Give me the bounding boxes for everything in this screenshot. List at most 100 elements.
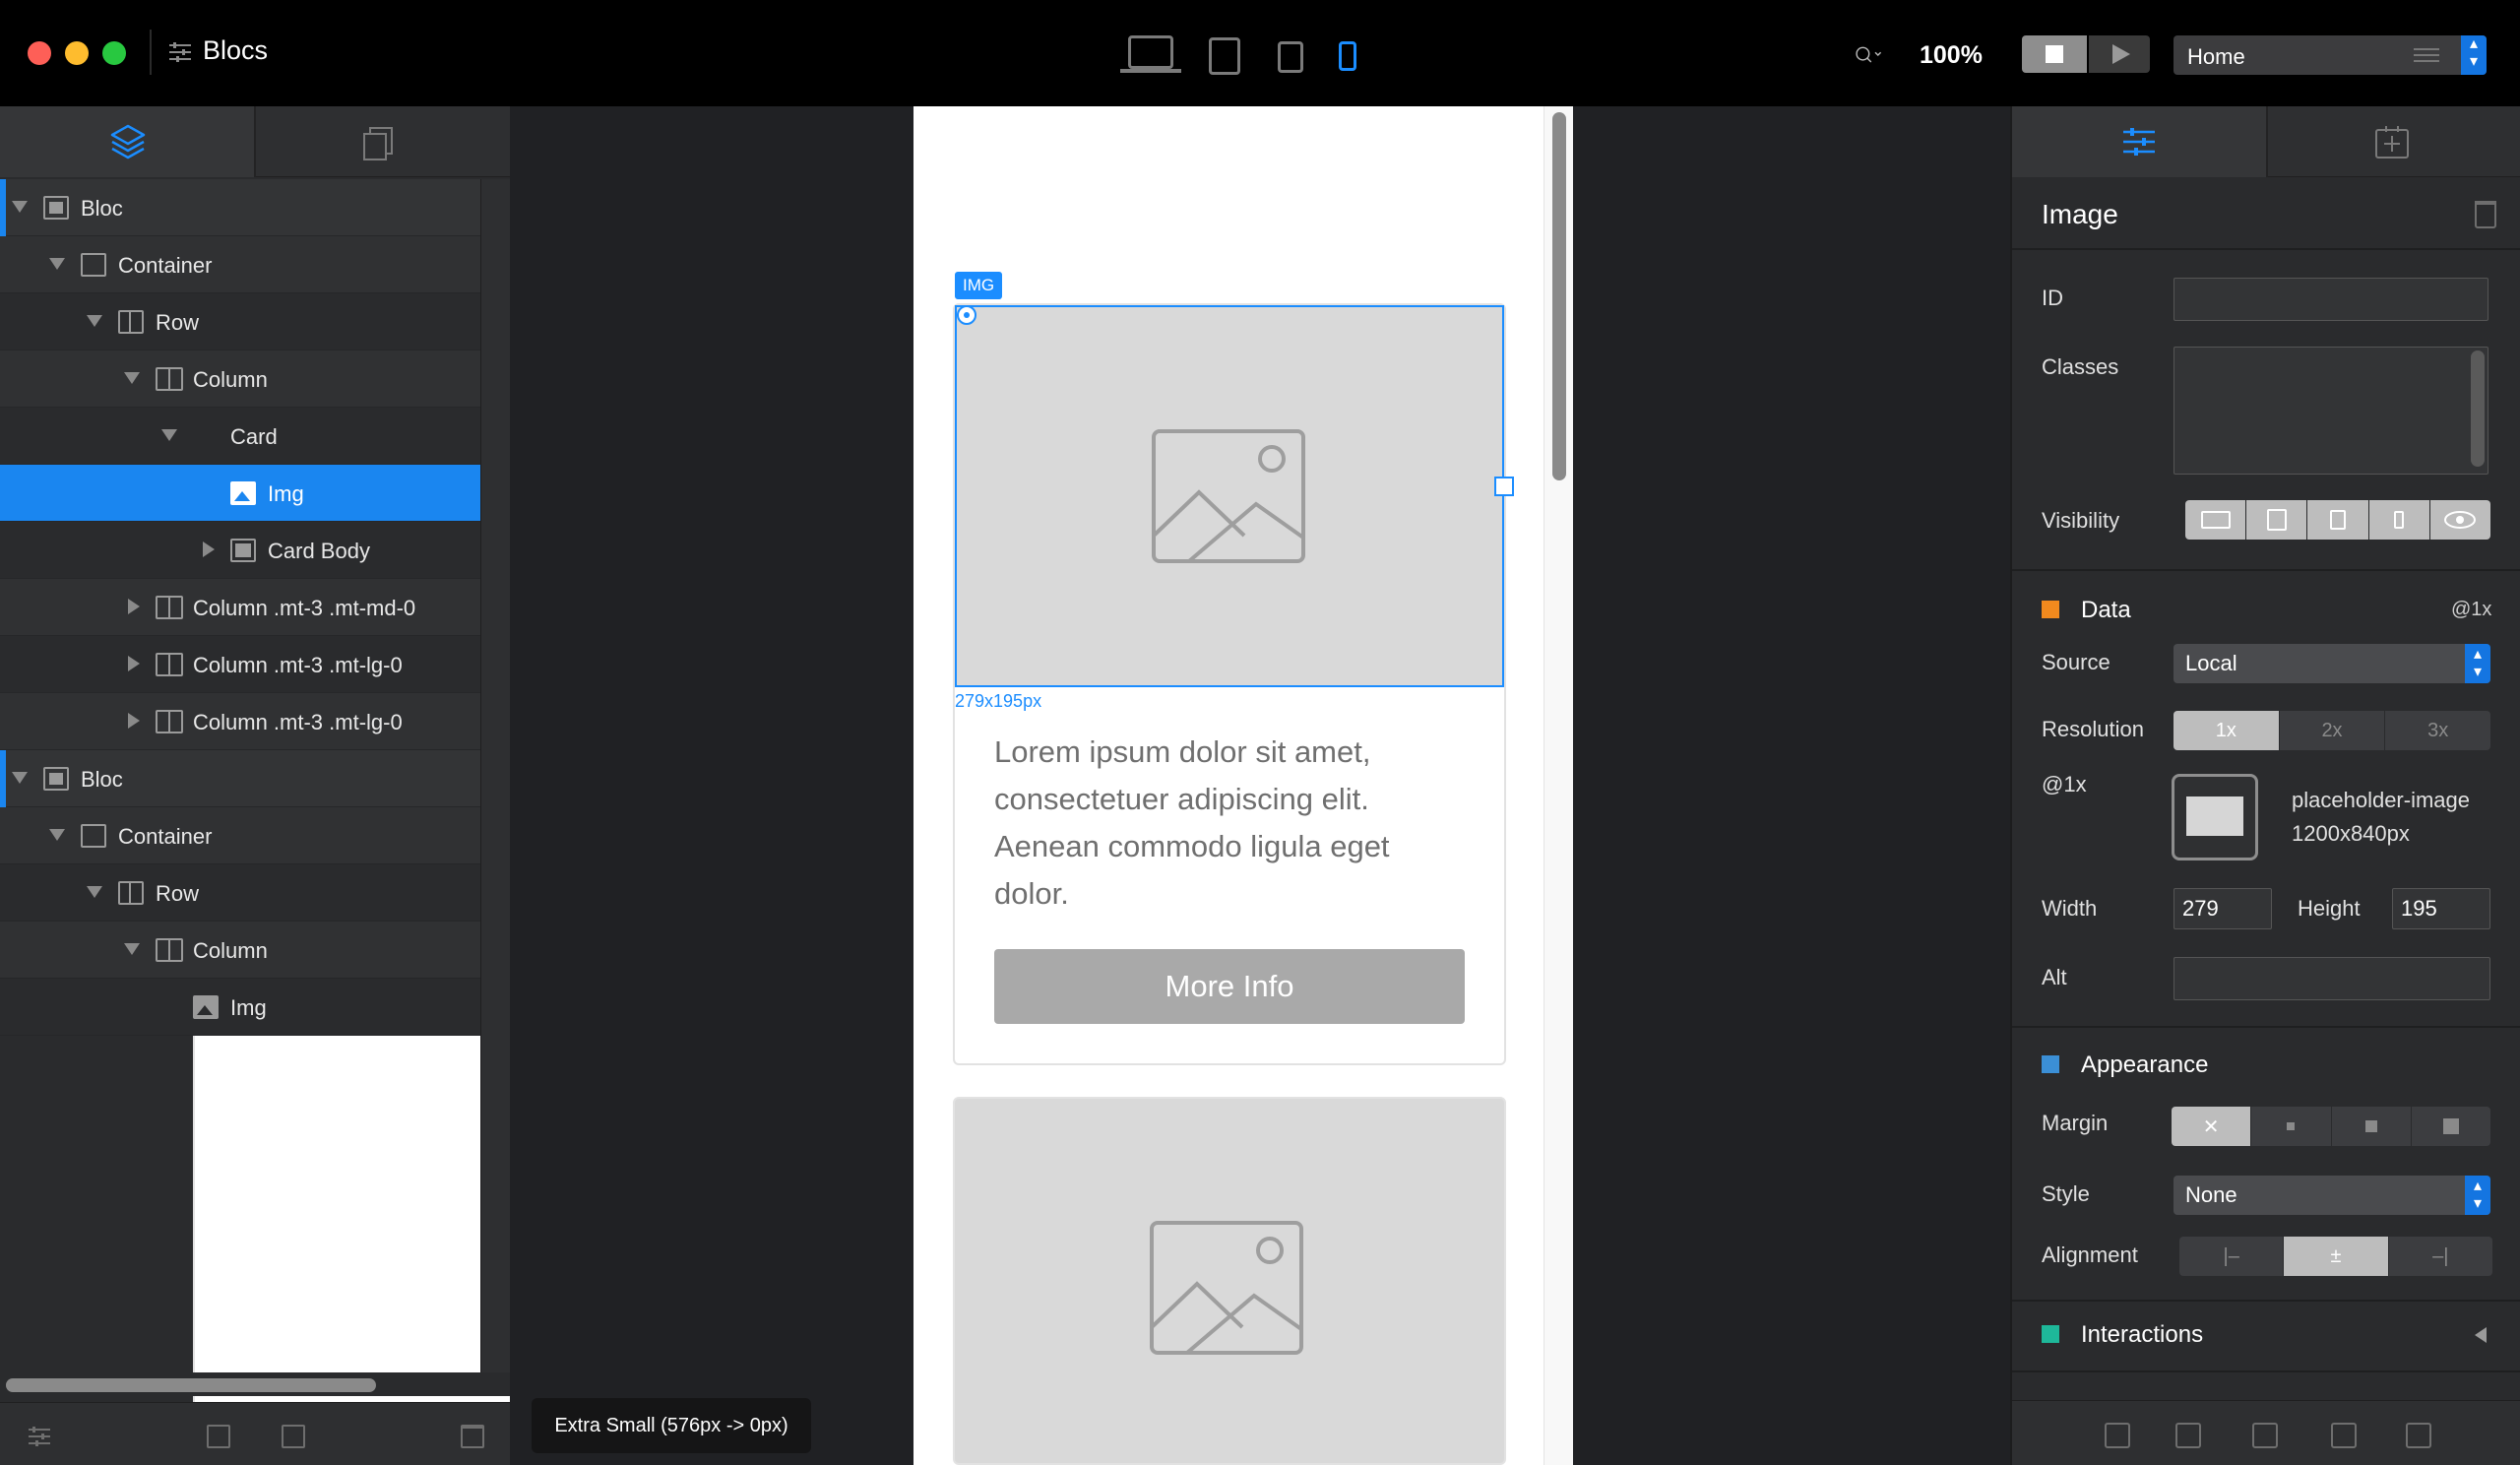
tablet-landscape-breakpoint-icon[interactable]: [1209, 37, 1240, 75]
align-right-icon[interactable]: –|: [2389, 1237, 2492, 1276]
layer-item[interactable]: Img: [0, 979, 480, 1036]
resolution-option[interactable]: 3x: [2385, 711, 2490, 750]
minimize-window-button[interactable]: [65, 41, 89, 65]
play-preview-button[interactable]: [2089, 35, 2150, 73]
align-center-icon[interactable]: ±: [2284, 1237, 2389, 1276]
align-left-icon[interactable]: |–: [2179, 1237, 2285, 1276]
layer-item[interactable]: Row: [0, 293, 480, 350]
page-select[interactable]: Home ▴ ▾: [2174, 35, 2487, 75]
page-settings-icon[interactable]: [2414, 45, 2439, 65]
stop-preview-button[interactable]: [2022, 35, 2087, 73]
width-field[interactable]: 279: [2174, 888, 2272, 929]
tab-properties[interactable]: [2012, 106, 2266, 177]
expand-triangle-icon[interactable]: [203, 541, 215, 557]
layer-item[interactable]: Column .mt-3 .mt-md-0: [0, 579, 480, 636]
margin-none-icon[interactable]: ✕: [2172, 1107, 2252, 1146]
data-section-title[interactable]: Data: [2081, 597, 2131, 624]
collapse-triangle-icon[interactable]: [87, 886, 102, 898]
resize-handle[interactable]: [1494, 477, 1514, 496]
layer-tree-scrollbar[interactable]: [480, 179, 510, 1376]
card-body-text[interactable]: Lorem ipsum dolor sit amet, consectetuer…: [994, 729, 1467, 918]
expand-triangle-icon[interactable]: [128, 713, 140, 729]
visibility-tablet-portrait-icon[interactable]: [2307, 500, 2369, 540]
layer-item[interactable]: Container: [0, 807, 480, 864]
layer-item[interactable]: Card: [0, 408, 746, 1465]
layer-item[interactable]: Column: [0, 350, 480, 408]
classes-scrollbar[interactable]: [2471, 350, 2485, 467]
settings-sliders-icon[interactable]: [28, 1425, 51, 1448]
interactions-section-title[interactable]: Interactions: [2081, 1321, 2203, 1349]
collapse-triangle-icon[interactable]: [87, 315, 102, 327]
image-thumbnail[interactable]: [2172, 774, 2258, 860]
collapse-triangle-icon[interactable]: [124, 372, 140, 384]
horizontal-scrollbar[interactable]: [0, 1372, 510, 1396]
trash-icon[interactable]: [461, 1425, 484, 1448]
zoom-window-button[interactable]: [102, 41, 126, 65]
zoom-search-icon[interactable]: [1855, 41, 1882, 69]
collapse-triangle-icon[interactable]: [124, 943, 140, 955]
layer-item[interactable]: Column: [0, 922, 480, 979]
layer-item[interactable]: Img: [0, 465, 480, 522]
move-handle[interactable]: [957, 305, 976, 325]
alignment-toggle[interactable]: |– ± –|: [2179, 1237, 2492, 1276]
margin-small-icon[interactable]: [2251, 1107, 2332, 1146]
id-field[interactable]: [2174, 278, 2488, 321]
source-select-stepper[interactable]: ▴ ▾: [2465, 644, 2490, 683]
expand-triangle-icon[interactable]: [128, 599, 140, 614]
second-card-image[interactable]: [953, 1097, 1506, 1465]
margin-toggle[interactable]: ✕: [2172, 1107, 2490, 1146]
horizontal-scroll-thumb[interactable]: [6, 1378, 376, 1392]
margin-large-icon[interactable]: [2412, 1107, 2490, 1146]
close-window-button[interactable]: [28, 41, 51, 65]
selected-image[interactable]: [955, 305, 1504, 687]
layer-item[interactable]: Column .mt-3 .mt-lg-0: [0, 636, 480, 693]
classes-field[interactable]: [2174, 347, 2488, 475]
more-info-button[interactable]: More Info: [994, 949, 1465, 1024]
collapse-triangle-icon[interactable]: [161, 429, 177, 441]
page-select-stepper[interactable]: ▴ ▾: [2461, 35, 2487, 75]
list-icon[interactable]: [2331, 1423, 2357, 1448]
collapse-triangle-icon[interactable]: [49, 829, 65, 841]
zoom-level[interactable]: 100%: [1920, 41, 1983, 70]
document-icon[interactable]: [2406, 1423, 2431, 1448]
visibility-tablet-landscape-icon[interactable]: [2246, 500, 2308, 540]
settings-sliders-icon[interactable]: [167, 39, 193, 65]
collapse-triangle-icon[interactable]: [49, 258, 65, 270]
add-element-icon[interactable]: [282, 1425, 305, 1448]
resolution-toggle[interactable]: 1x 2x 3x: [2174, 711, 2490, 750]
height-field[interactable]: 195: [2392, 888, 2490, 929]
alt-field[interactable]: [2174, 957, 2490, 1000]
page-scrollbar[interactable]: [1544, 106, 1573, 1465]
tablet-portrait-breakpoint-icon[interactable]: [1278, 41, 1303, 73]
visibility-toggle[interactable]: [2185, 500, 2490, 540]
layer-item[interactable]: Bloc: [0, 750, 480, 807]
page-scroll-thumb[interactable]: [1552, 112, 1566, 480]
expand-arrow-icon[interactable]: [2475, 1327, 2487, 1343]
expand-triangle-icon[interactable]: [128, 656, 140, 671]
appearance-section-title[interactable]: Appearance: [2081, 1051, 2208, 1079]
visibility-eye-icon[interactable]: [2429, 500, 2490, 540]
collapse-triangle-icon[interactable]: [12, 201, 28, 213]
layer-item[interactable]: Column .mt-3 .mt-lg-0: [0, 693, 480, 750]
visibility-laptop-icon[interactable]: [2185, 500, 2247, 540]
layer-item[interactable]: Bloc: [0, 179, 480, 236]
visibility-phone-icon[interactable]: [2368, 500, 2430, 540]
margin-medium-icon[interactable]: [2332, 1107, 2412, 1146]
phone-breakpoint-icon[interactable]: [1339, 41, 1356, 71]
split-column-icon[interactable]: [207, 1425, 230, 1448]
resolution-option[interactable]: 1x: [2174, 711, 2280, 750]
layer-item[interactable]: Row: [0, 864, 480, 922]
layer-item[interactable]: Container: [0, 236, 480, 293]
style-select[interactable]: None ▴ ▾: [2174, 1176, 2490, 1215]
add-block-icon[interactable]: [2374, 124, 2410, 159]
code-brackets-icon[interactable]: [2105, 1423, 2130, 1448]
grid-single-icon[interactable]: [2175, 1423, 2201, 1448]
collapse-triangle-icon[interactable]: [12, 772, 28, 784]
tab-layers[interactable]: [0, 106, 254, 177]
pages-icon[interactable]: [362, 124, 396, 161]
style-select-stepper[interactable]: ▴ ▾: [2465, 1176, 2490, 1215]
laptop-breakpoint-icon[interactable]: [1128, 35, 1173, 69]
trash-icon[interactable]: [2475, 201, 2496, 228]
resolution-option[interactable]: 2x: [2280, 711, 2386, 750]
layer-item[interactable]: Card Body: [0, 522, 480, 579]
